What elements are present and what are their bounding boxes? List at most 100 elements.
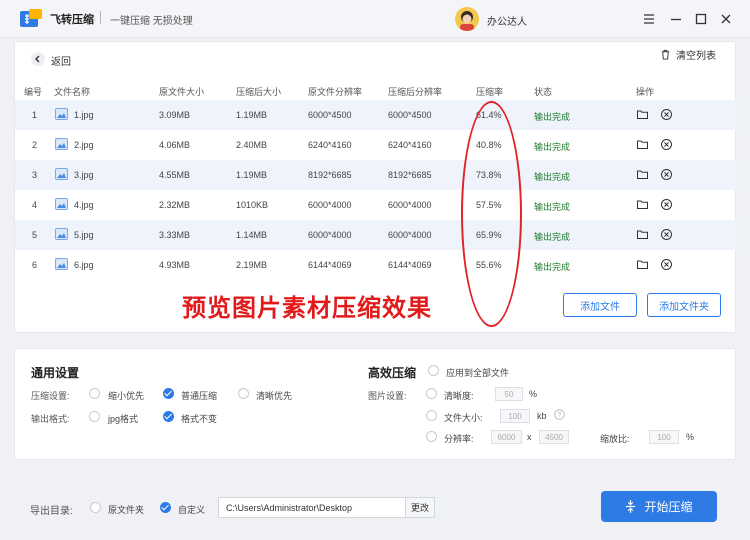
image-icon xyxy=(55,108,68,120)
row-orig-size: 3.33MB xyxy=(159,230,191,240)
remove-icon[interactable] xyxy=(660,198,673,211)
clarity-input[interactable]: 50 xyxy=(495,387,523,401)
image-icon xyxy=(55,138,68,150)
open-folder-icon[interactable] xyxy=(636,258,649,271)
table-row[interactable]: 2 2.jpg 4.06MB 2.40MB 6240*4160 6240*416… xyxy=(15,130,737,160)
table-row[interactable]: 1 1.jpg 3.09MB 1.19MB 6000*4500 6000*450… xyxy=(15,100,737,130)
option-size-priority[interactable]: 缩小优先 xyxy=(108,389,144,402)
option-clarity-priority[interactable]: 清晰优先 xyxy=(256,389,292,402)
row-ratio: 40.8% xyxy=(476,140,502,150)
row-orig-size: 4.93MB xyxy=(159,260,191,270)
radio-resolution[interactable] xyxy=(426,431,437,442)
resolution-width-input[interactable]: 6000 xyxy=(491,430,522,444)
option-original-folder[interactable]: 原文件夹 xyxy=(108,503,144,516)
radio-apply-all[interactable] xyxy=(428,365,439,376)
add-folder-button[interactable]: 添加文件夹 xyxy=(647,293,721,317)
radio-size-priority[interactable] xyxy=(89,388,100,399)
remove-icon[interactable] xyxy=(660,138,673,151)
option-custom-folder[interactable]: 自定义 xyxy=(178,503,205,516)
resolution-height-input[interactable]: 4500 xyxy=(539,430,569,444)
back-label[interactable]: 返回 xyxy=(51,53,71,68)
row-new-size: 1.14MB xyxy=(236,230,268,240)
change-dir-button[interactable]: 更改 xyxy=(405,497,435,518)
row-index: 2 xyxy=(32,140,38,150)
clarity-unit: % xyxy=(529,389,538,399)
row-status: 输出完成 xyxy=(534,172,571,182)
row-new-res: 6144*4069 xyxy=(388,260,432,270)
minimize-icon[interactable] xyxy=(667,10,685,28)
radio-original-folder[interactable] xyxy=(90,502,101,513)
option-normal-compress[interactable]: 普通压缩 xyxy=(181,389,217,402)
remove-icon[interactable] xyxy=(660,258,673,271)
table-row[interactable]: 6 6.jpg 4.93MB 2.19MB 6144*4069 6144*406… xyxy=(15,250,737,280)
row-status: 输出完成 xyxy=(534,232,571,242)
title-divider xyxy=(100,11,101,24)
header-new-res: 压缩后分辨率 xyxy=(388,87,443,97)
radio-keep-format[interactable] xyxy=(163,411,174,422)
remove-icon[interactable] xyxy=(660,228,673,241)
radio-custom-folder[interactable] xyxy=(160,502,171,513)
avatar[interactable] xyxy=(455,7,479,31)
back-button[interactable] xyxy=(31,52,45,66)
username[interactable]: 办公达人 xyxy=(487,13,527,28)
menu-icon[interactable] xyxy=(640,10,658,28)
image-icon xyxy=(55,258,68,270)
chevron-left-icon xyxy=(35,55,40,63)
radio-clarity[interactable] xyxy=(426,388,437,399)
close-icon[interactable] xyxy=(717,10,735,28)
row-status: 输出完成 xyxy=(534,112,571,122)
resolution-separator: x xyxy=(527,432,532,442)
clear-list-button[interactable]: 清空列表 xyxy=(660,47,716,62)
open-folder-icon[interactable] xyxy=(636,138,649,151)
header-orig-size: 原文件大小 xyxy=(159,87,205,97)
app-name: 飞转压缩 xyxy=(50,14,94,26)
scale-label: 缩放比: xyxy=(600,434,630,444)
option-jpg-format[interactable]: jpg格式 xyxy=(108,412,138,425)
output-path-field[interactable]: C:\Users\Administrator\Desktop xyxy=(218,497,406,518)
table-header: 编号 文件名称 原文件大小 压缩后大小 原文件分辨率 压缩后分辨率 压缩率 状态… xyxy=(15,83,737,99)
header-actions: 操作 xyxy=(636,87,655,97)
table-row[interactable]: 4 4.jpg 2.32MB 1010KB 6000*4000 6000*400… xyxy=(15,190,737,220)
row-index: 1 xyxy=(32,110,38,120)
open-folder-icon[interactable] xyxy=(636,108,649,121)
radio-clarity-priority[interactable] xyxy=(238,388,249,399)
row-orig-res: 6000*4000 xyxy=(308,200,352,210)
radio-file-size[interactable] xyxy=(426,410,437,421)
maximize-icon[interactable] xyxy=(692,10,710,28)
output-dir-label: 导出目录: xyxy=(30,506,73,517)
remove-icon[interactable] xyxy=(660,108,673,121)
row-status: 输出完成 xyxy=(534,142,571,152)
row-new-size: 1.19MB xyxy=(236,110,268,120)
open-folder-icon[interactable] xyxy=(636,168,649,181)
radio-jpg-format[interactable] xyxy=(89,411,100,422)
row-orig-res: 6144*4069 xyxy=(308,260,352,270)
title-bar: 飞转压缩 一键压缩 无损处理 办公达人 xyxy=(0,0,750,38)
svg-text:?: ? xyxy=(558,412,562,419)
radio-normal-compress[interactable] xyxy=(163,388,174,399)
row-orig-res: 6000*4000 xyxy=(308,230,352,240)
row-new-size: 2.19MB xyxy=(236,260,268,270)
apply-all-label[interactable]: 应用到全部文件 xyxy=(446,366,509,379)
row-ratio: 73.8% xyxy=(476,170,502,180)
row-new-res: 6000*4000 xyxy=(388,230,432,240)
start-compress-button[interactable]: 开始压缩 xyxy=(601,491,717,522)
scale-input[interactable]: 100 xyxy=(649,430,679,444)
row-ratio: 61.4% xyxy=(476,110,502,120)
overlay-caption: 预览图片素材压缩效果 xyxy=(182,295,432,322)
table-row[interactable]: 5 5.jpg 3.33MB 1.14MB 6000*4000 6000*400… xyxy=(15,220,737,250)
clear-list-label: 清空列表 xyxy=(676,50,716,62)
scale-unit: % xyxy=(686,432,695,442)
row-new-size: 1.19MB xyxy=(236,170,268,180)
row-filename: 3.jpg xyxy=(74,170,94,180)
add-file-button[interactable]: 添加文件 xyxy=(563,293,637,317)
row-orig-res: 8192*6685 xyxy=(308,170,352,180)
image-icon xyxy=(55,198,68,210)
help-icon[interactable]: ? xyxy=(554,409,565,420)
open-folder-icon[interactable] xyxy=(636,228,649,241)
option-keep-format[interactable]: 格式不变 xyxy=(181,412,217,425)
trash-icon xyxy=(661,49,670,60)
remove-icon[interactable] xyxy=(660,168,673,181)
open-folder-icon[interactable] xyxy=(636,198,649,211)
file-size-input[interactable]: 100 xyxy=(500,409,530,423)
table-row[interactable]: 3 3.jpg 4.55MB 1.19MB 8192*6685 8192*668… xyxy=(15,160,737,190)
